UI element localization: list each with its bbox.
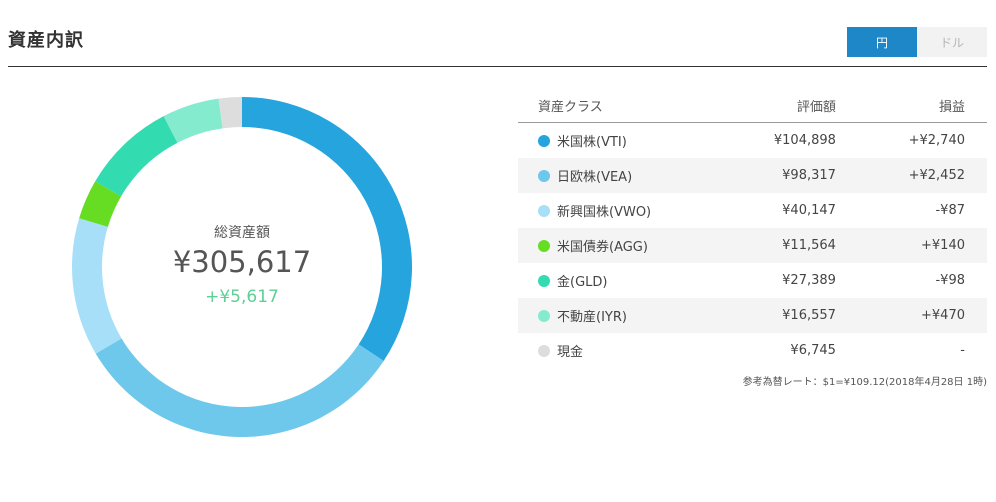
total-assets-value: ¥305,617 (172, 245, 312, 279)
total-assets-label: 総資産額 (214, 225, 270, 241)
table-row: 現金 ¥6,745 - (518, 333, 987, 368)
asset-gain: -¥87 (935, 203, 965, 218)
table-row: 新興国株(VWO) ¥40,147 -¥87 (518, 193, 987, 228)
table-row: 金(GLD) ¥27,389 -¥98 (518, 263, 987, 298)
legend-dot-icon (538, 275, 550, 287)
asset-name: 日欧株(VEA) (557, 170, 633, 185)
total-gain-value: +¥5,617 (205, 287, 279, 307)
legend-dot-icon (538, 310, 550, 322)
asset-gain: +¥2,452 (857, 158, 987, 193)
asset-value: ¥104,898 (773, 133, 836, 148)
asset-value: ¥16,557 (721, 298, 858, 333)
valuation-header: 評価額 (721, 88, 858, 123)
asset-class-header: 資産クラス (518, 88, 722, 123)
asset-table: 資産クラス 評価額 損益 米国株(VTI) ¥104,898 +¥2,740 日… (518, 88, 987, 368)
legend-dot-icon (538, 205, 550, 217)
asset-gain: -¥98 (935, 273, 965, 288)
dollar-toggle-button[interactable]: ドル (917, 27, 987, 57)
table-row: 日欧株(VEA) ¥98,317 +¥2,452 (518, 158, 987, 193)
asset-value: ¥6,745 (790, 343, 836, 358)
section-header: 資産内訳 円 ドル (8, 0, 987, 67)
asset-name: 現金 (557, 345, 584, 360)
asset-gain: +¥470 (857, 298, 987, 333)
asset-donut-chart: 総資産額 ¥305,617 +¥5,617 (72, 97, 412, 437)
asset-gain: +¥140 (857, 228, 987, 263)
page-title: 資産内訳 (8, 30, 84, 51)
asset-gain: - (960, 343, 965, 358)
exchange-rate-note: 参考為替レート：$1=¥109.12(2018年4月28日 1時) (742, 377, 987, 388)
asset-gain: +¥2,740 (908, 133, 965, 148)
table-header-row: 資産クラス 評価額 損益 (518, 88, 987, 123)
currency-toggle[interactable]: 円 ドル (847, 27, 987, 57)
asset-name: 米国株(VTI) (557, 135, 627, 150)
asset-name: 米国債券(AGG) (557, 240, 648, 255)
legend-dot-icon (538, 170, 550, 182)
asset-name: 新興国株(VWO) (557, 205, 652, 220)
table-row: 米国株(VTI) ¥104,898 +¥2,740 (518, 123, 987, 159)
donut-center: 総資産額 ¥305,617 +¥5,617 (72, 97, 412, 437)
asset-name: 金(GLD) (557, 275, 608, 290)
legend-dot-icon (538, 345, 550, 357)
asset-value: ¥27,389 (782, 273, 836, 288)
yen-toggle-button[interactable]: 円 (847, 27, 917, 57)
legend-dot-icon (538, 135, 550, 147)
legend-dot-icon (538, 240, 550, 252)
asset-name: 不動産(IYR) (557, 310, 627, 325)
asset-value: ¥11,564 (721, 228, 858, 263)
table-row: 米国債券(AGG) ¥11,564 +¥140 (518, 228, 987, 263)
asset-value: ¥40,147 (782, 203, 836, 218)
gain-header: 損益 (857, 88, 987, 123)
asset-value: ¥98,317 (721, 158, 858, 193)
table-row: 不動産(IYR) ¥16,557 +¥470 (518, 298, 987, 333)
